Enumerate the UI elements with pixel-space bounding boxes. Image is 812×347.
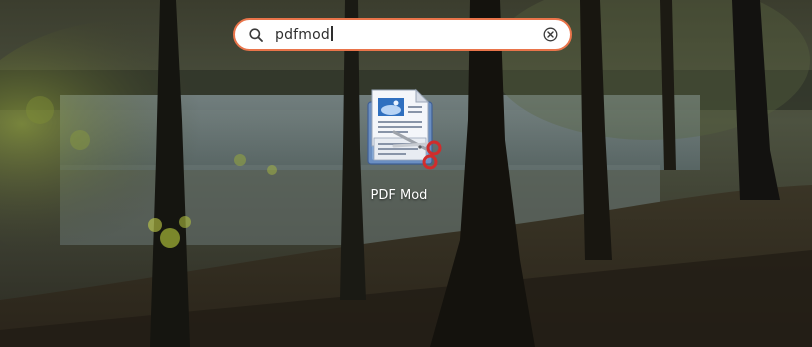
search-field[interactable]: pdfmod [233, 18, 572, 51]
app-label: PDF Mod [370, 188, 428, 203]
search-input-value: pdfmod [275, 27, 330, 43]
search-input[interactable]: pdfmod [275, 26, 333, 44]
app-result-pdf-mod[interactable]: PDF Mod [344, 84, 454, 224]
clear-search-icon[interactable] [543, 27, 558, 42]
text-caret [331, 26, 333, 41]
pdf-mod-app-icon [367, 88, 442, 170]
search-icon [249, 28, 263, 42]
